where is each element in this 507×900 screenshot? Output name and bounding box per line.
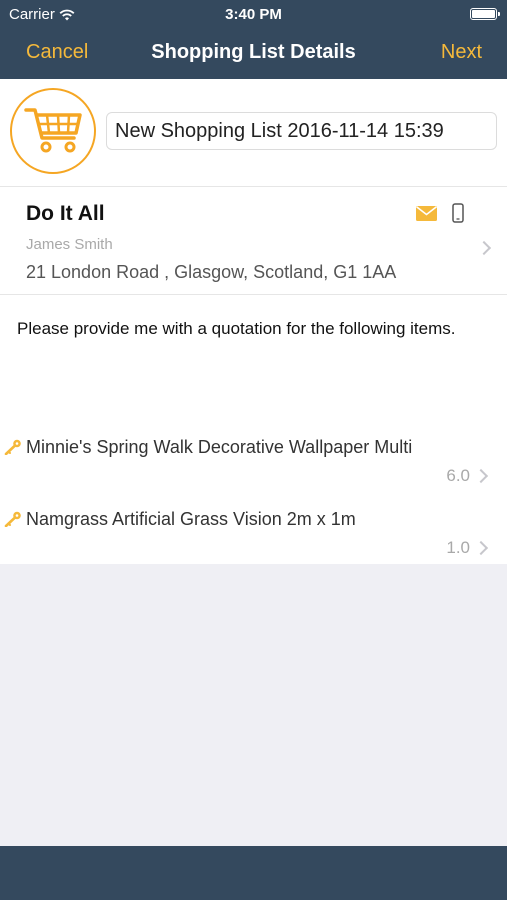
key-icon (4, 511, 21, 527)
header: Carrier 3:40 PM Cancel Shopping List Det… (0, 0, 507, 79)
item-quantity: 6.0 (446, 466, 470, 485)
list-header: New Shopping List 2016-11-14 15:39 (0, 79, 507, 187)
list-item[interactable]: Minnie's Spring Walk Decorative Wallpape… (0, 429, 507, 501)
item-name: Namgrass Artificial Grass Vision 2m x 1m (26, 509, 356, 529)
item-quantity: 1.0 (446, 538, 470, 557)
details-card: New Shopping List 2016-11-14 15:39 Do It… (0, 79, 507, 564)
supplier-address: 21 London Road , Glasgow, Scotland, G1 1… (26, 262, 397, 282)
supplier-row[interactable]: Do It All James Smith 21 London Road , G… (0, 187, 507, 295)
battery-icon (470, 8, 500, 20)
shopping-cart-icon[interactable] (10, 88, 96, 174)
chevron-right-icon (473, 468, 489, 484)
mail-icon[interactable] (416, 206, 437, 221)
list-name-input[interactable]: New Shopping List 2016-11-14 15:39 (106, 112, 497, 150)
next-button[interactable]: Next (441, 41, 482, 64)
chevron-right-icon (476, 240, 492, 256)
status-bar: Carrier 3:40 PM (0, 0, 507, 28)
nav-bar: Cancel Shopping List Details Next (0, 28, 507, 79)
status-time: 3:40 PM (225, 6, 282, 23)
supplier-name: Do It All (26, 202, 105, 225)
supplier-contact: James Smith (26, 236, 113, 253)
item-name: Minnie's Spring Walk Decorative Wallpape… (26, 437, 413, 457)
list-item[interactable]: Namgrass Artificial Grass Vision 2m x 1m… (0, 501, 507, 573)
chevron-right-icon (473, 540, 489, 556)
bottom-toolbar (0, 846, 507, 900)
page-title: Shopping List Details (151, 41, 356, 63)
mobile-phone-icon[interactable] (452, 203, 464, 223)
key-icon (4, 439, 21, 455)
quotation-message: Please provide me with a quotation for t… (17, 319, 456, 338)
